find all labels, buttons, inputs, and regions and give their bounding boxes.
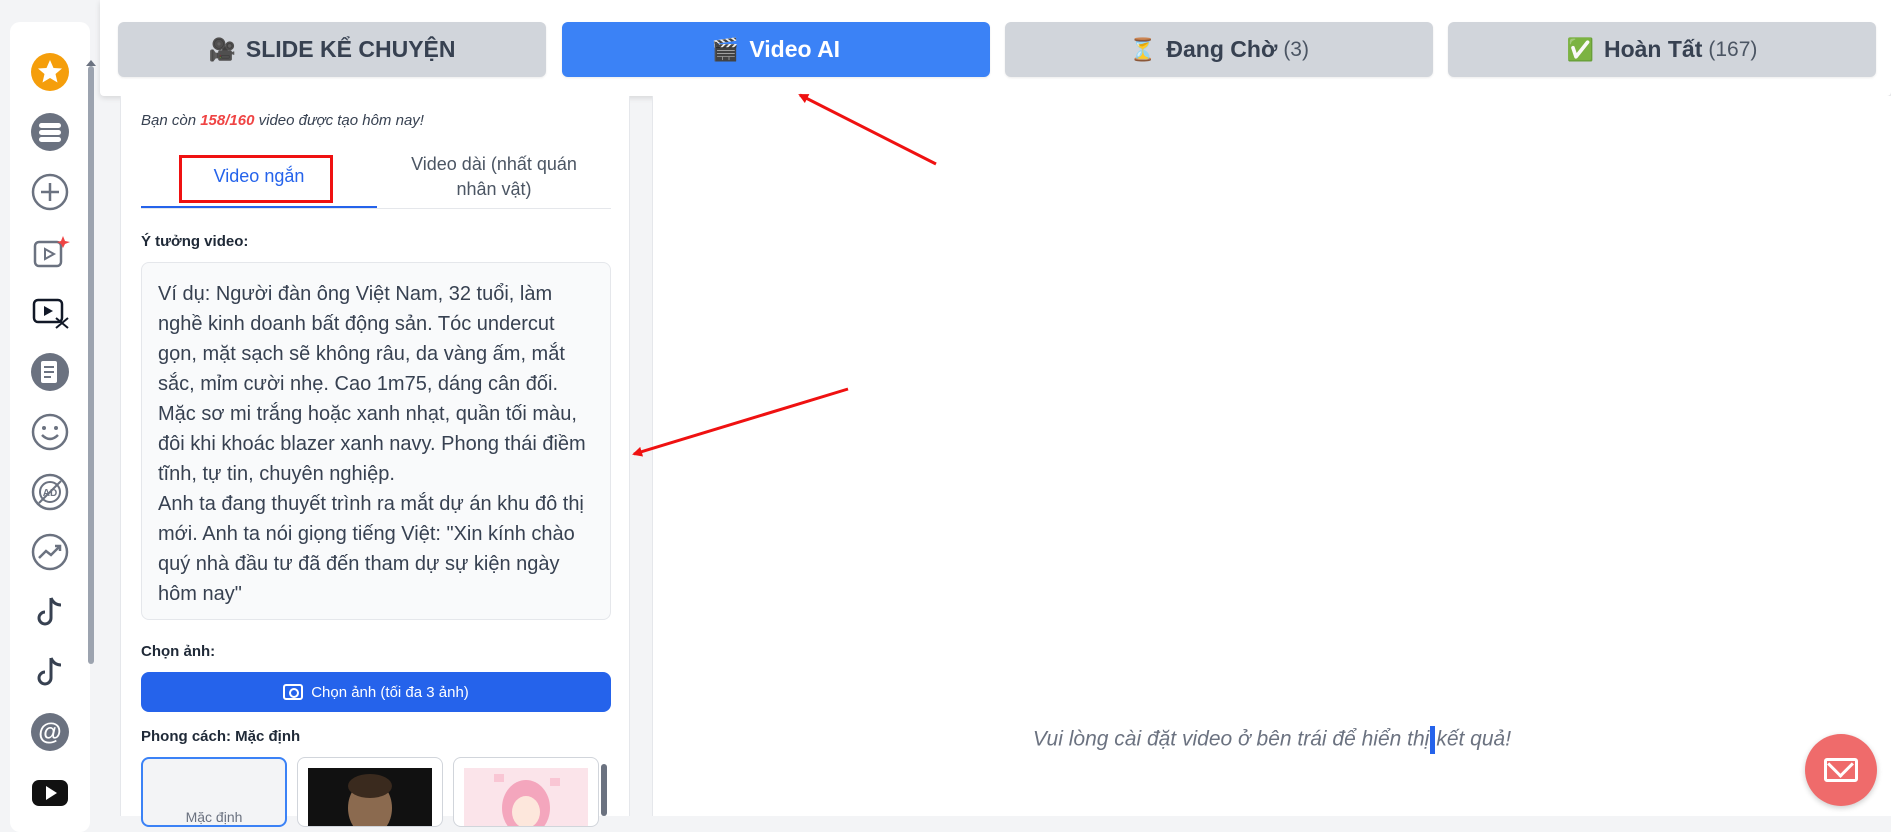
style-option-anime[interactable] xyxy=(453,757,599,827)
style-label: Phong cách: Mặc định xyxy=(141,728,301,745)
video-settings-panel: Bạn còn 158/160 video được tạo hôm nay! … xyxy=(120,96,630,827)
clapperboard-icon: 🎬 xyxy=(711,36,740,62)
document-icon[interactable] xyxy=(30,352,70,392)
tiktok-icon[interactable] xyxy=(30,592,70,632)
tiktok-alt-icon[interactable] xyxy=(30,652,70,692)
tab-pending[interactable]: ⏳ Đang Chờ (3) xyxy=(1005,22,1433,77)
top-tab-bar: 🎥 SLIDE KỂ CHUYỆN 🎬 Video AI ⏳ Đang Chờ … xyxy=(100,0,1891,96)
daily-quota-text: Bạn còn 158/160 video được tạo hôm nay! xyxy=(141,112,424,129)
result-placeholder: Vui lòng cài đặt video ở bên trái để hiể… xyxy=(653,726,1891,754)
star-icon[interactable] xyxy=(30,52,70,92)
video-sparkle-icon[interactable] xyxy=(30,232,70,272)
add-circle-icon[interactable] xyxy=(30,172,70,212)
svg-text:@: @ xyxy=(38,719,61,746)
camera-icon xyxy=(283,684,304,700)
style-option-label: Mặc định xyxy=(185,809,243,825)
smile-icon[interactable] xyxy=(30,412,70,452)
envelope-icon xyxy=(1824,758,1858,782)
contact-mail-button[interactable] xyxy=(1805,734,1877,806)
threads-icon[interactable]: @ xyxy=(30,712,70,752)
tab-label: Đang Chờ xyxy=(1166,36,1278,62)
realistic-portrait-thumbnail xyxy=(308,768,432,826)
style-option-realistic[interactable] xyxy=(297,757,443,827)
tab-count: (167) xyxy=(1708,37,1758,61)
choose-image-button[interactable]: Chọn ảnh (tối đa 3 ảnh) xyxy=(141,672,611,712)
video-idea-textarea[interactable]: Ví dụ: Người đàn ông Việt Nam, 32 tuổi, … xyxy=(141,262,611,620)
quota-value: 158/160 xyxy=(200,112,255,129)
style-option-default[interactable]: Mặc định xyxy=(141,757,287,827)
tab-label: SLIDE KỂ CHUYỆN xyxy=(245,36,456,62)
idea-label: Ý tưởng video: xyxy=(141,233,249,250)
video-edit-icon[interactable] xyxy=(30,292,70,332)
check-box-icon: ✅ xyxy=(1566,36,1594,62)
trending-icon[interactable] xyxy=(30,532,70,572)
left-sidebar: AD @ xyxy=(10,22,96,832)
subtab-divider xyxy=(141,208,611,209)
ad-block-icon[interactable]: AD xyxy=(30,472,70,512)
annotation-highlight-box xyxy=(179,155,333,203)
text-cursor xyxy=(1430,726,1436,754)
hourglass-icon: ⏳ xyxy=(1129,36,1157,62)
result-panel: Vui lòng cài đặt video ở bên trái để hiể… xyxy=(652,96,1891,816)
anime-portrait-thumbnail xyxy=(464,768,588,826)
tab-completed[interactable]: ✅ Hoàn Tất (167) xyxy=(1448,22,1876,77)
subtab-long-video[interactable]: Video dài (nhất quán nhân vật) xyxy=(377,146,611,208)
movie-camera-icon: 🎥 xyxy=(208,36,236,62)
image-label: Chọn ảnh: xyxy=(141,643,216,660)
youtube-icon[interactable] xyxy=(30,772,70,812)
choose-image-label: Chọn ảnh (tối đa 3 ảnh) xyxy=(311,683,469,701)
tab-count: (3) xyxy=(1283,37,1309,61)
sidebar-scrollbar[interactable] xyxy=(88,66,94,664)
tab-label: Video AI xyxy=(749,36,841,62)
tab-video-ai[interactable]: 🎬 Video AI xyxy=(562,22,990,77)
tab-label: Hoàn Tất xyxy=(1603,36,1703,62)
tab-slide-storytelling[interactable]: 🎥 SLIDE KỂ CHUYỆN xyxy=(118,22,546,77)
stack-icon[interactable] xyxy=(30,112,70,152)
style-scrollbar[interactable] xyxy=(601,764,607,816)
